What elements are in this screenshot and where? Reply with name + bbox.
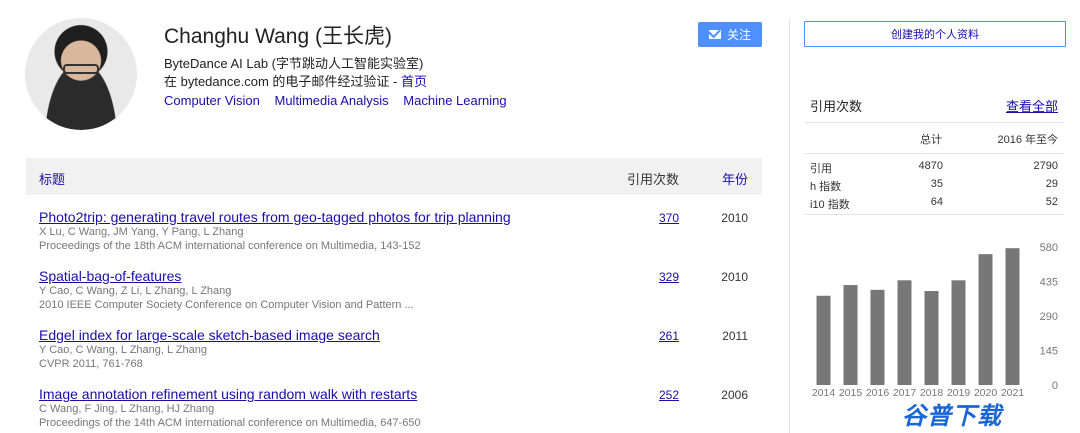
homepage-link[interactable]: 首页: [401, 74, 427, 89]
y-tick-label: 145: [1040, 346, 1058, 358]
sort-by-citations[interactable]: 引用次数: [627, 169, 679, 188]
interest-link[interactable]: Machine Learning: [403, 93, 506, 108]
stat-total: 64: [930, 196, 943, 208]
article-title[interactable]: Image annotation refinement using random…: [39, 386, 417, 402]
bar-2020[interactable]: [978, 254, 993, 385]
article-venue: Proceedings of the 18th ACM internationa…: [39, 240, 421, 252]
follow-label: 关注: [726, 28, 751, 42]
article-authors: X Lu, C Wang, JM Yang, Y Pang, L Zhang: [39, 226, 244, 238]
stat-total: 4870: [918, 160, 943, 172]
mail-icon: [708, 30, 721, 39]
bar-2014[interactable]: [816, 295, 831, 385]
table-row: Edgel index for large-scale sketch-based…: [26, 327, 762, 385]
article-venue: Proceedings of the 14th ACM internationa…: [39, 417, 421, 429]
stats-row: 引用 4870 2790: [810, 160, 1058, 176]
stat-since: 29: [1045, 178, 1058, 190]
stats-divider: [805, 122, 1064, 123]
bar-2017[interactable]: [897, 280, 912, 385]
interest-link[interactable]: Multimedia Analysis: [275, 93, 389, 108]
article-year: 2011: [722, 329, 748, 343]
article-cites[interactable]: 329: [659, 270, 679, 284]
sort-by-year[interactable]: 年份: [722, 169, 748, 188]
bar-2019[interactable]: [951, 280, 966, 385]
create-profile-button[interactable]: 创建我的个人资料: [804, 21, 1066, 47]
x-tick-label: 2016: [866, 387, 890, 399]
table-row: Photo2trip: generating travel routes fro…: [26, 209, 762, 267]
y-tick-label: 0: [1052, 380, 1058, 392]
article-authors: Y Cao, C Wang, L Zhang, L Zhang: [39, 344, 207, 356]
stat-label: h 指数: [810, 181, 842, 193]
stats-col-total: 总计: [920, 134, 942, 146]
follow-button[interactable]: 关注: [698, 22, 762, 47]
y-tick-label: 435: [1040, 277, 1058, 289]
article-title[interactable]: Photo2trip: generating travel routes fro…: [39, 209, 511, 225]
stat-since: 2790: [1033, 160, 1058, 172]
profile-avatar: [25, 18, 137, 130]
avatar-glasses: [63, 64, 99, 74]
sort-by-title[interactable]: 标题: [39, 169, 65, 188]
article-cites[interactable]: 252: [659, 388, 679, 402]
stats-row: i10 指数 64 52: [810, 196, 1058, 212]
column-divider: [789, 18, 790, 433]
y-tick-label: 580: [1040, 242, 1058, 254]
bar-2018[interactable]: [924, 291, 939, 385]
x-tick-label: 2014: [812, 387, 836, 399]
x-tick-label: 2015: [839, 387, 863, 399]
table-row: Spatial-bag-of-features Y Cao, C Wang, Z…: [26, 268, 762, 326]
article-year: 2010: [721, 270, 748, 284]
article-title[interactable]: Edgel index for large-scale sketch-based…: [39, 327, 380, 343]
stat-label: i10 指数: [810, 199, 850, 211]
stat-since: 52: [1045, 196, 1058, 208]
citations-heading: 引用次数: [810, 99, 863, 114]
y-tick-label: 290: [1040, 311, 1058, 323]
article-venue: 2010 IEEE Computer Society Conference on…: [39, 299, 414, 311]
article-authors: C Wang, F Jing, L Zhang, HJ Zhang: [39, 403, 215, 415]
profile-email: 在 bytedance.com 的电子邮件经过验证 - 首页: [164, 71, 427, 90]
bar-2016[interactable]: [870, 289, 885, 385]
table-header: 标题 引用次数 年份: [26, 158, 762, 195]
article-authors: Y Cao, C Wang, Z Li, L Zhang, L Zhang: [39, 285, 232, 297]
profile-name: Changhu Wang (王长虎): [164, 25, 392, 48]
article-title[interactable]: Spatial-bag-of-features: [39, 268, 181, 284]
article-year: 2010: [721, 211, 748, 225]
article-venue: CVPR 2011, 761-768: [39, 358, 143, 370]
article-cites[interactable]: 370: [659, 211, 679, 225]
article-cites[interactable]: 261: [659, 329, 679, 343]
stats-col-since: 2016 年至今: [997, 134, 1058, 146]
watermark-logo: 谷普下载: [902, 403, 1002, 430]
view-all-link[interactable]: 查看全部: [1006, 96, 1058, 115]
x-tick-label: 2021: [1001, 387, 1025, 399]
stat-total: 35: [930, 178, 943, 190]
stats-divider: [805, 214, 1064, 215]
stat-label: 引用: [810, 163, 832, 175]
bar-2021[interactable]: [1005, 248, 1020, 385]
article-year: 2006: [721, 388, 748, 402]
citations-bar-chart: 01452904355802014 2015 2016 2017 2018 2019 202…: [812, 242, 1058, 399]
stats-row: h 指数 35 29: [810, 178, 1058, 194]
interest-link[interactable]: Computer Vision: [164, 93, 260, 108]
stats-divider: [805, 153, 1064, 154]
email-text: 在 bytedance.com 的电子邮件经过验证 -: [164, 74, 401, 89]
table-row: Image annotation refinement using random…: [26, 386, 762, 433]
bar-2015[interactable]: [843, 285, 858, 385]
interest-tags: Computer Vision Multimedia Analysis Mach…: [164, 93, 518, 108]
profile-affiliation: ByteDance AI Lab (字节跳动人工智能实验室): [164, 56, 424, 71]
